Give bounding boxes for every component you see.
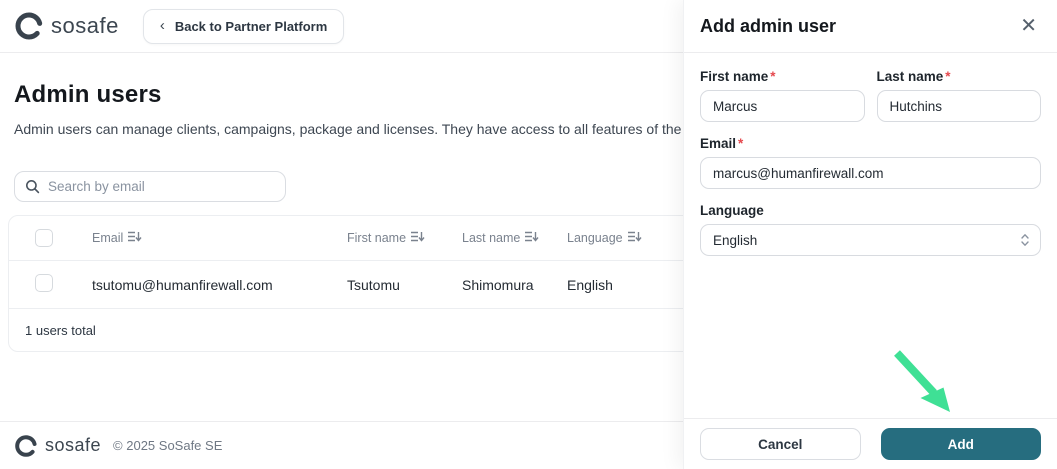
sort-icon[interactable] [525,231,539,245]
logo-wordmark: sosafe [51,13,119,38]
first-name-field[interactable] [700,90,865,122]
required-marker: * [770,69,776,84]
search-box[interactable] [14,171,286,202]
sosafe-logo: sosafe [14,11,119,41]
cell-first-name: Tsutomu [347,276,400,293]
cell-last-name: Shimomura [462,276,534,293]
column-header-last-name[interactable]: Last name [462,231,567,245]
footer-logo-wordmark: sosafe [45,435,102,455]
cell-email: tsutomu@humanfirewall.com [92,276,273,293]
back-to-partner-platform-button[interactable]: ‹ Back to Partner Platform [142,8,345,44]
last-name-field-group: Last name * [876,69,1041,122]
drawer-title: Add admin user [700,15,837,36]
email-label: Email * [700,136,744,151]
sort-icon[interactable] [411,231,425,245]
back-button-label: Back to Partner Platform [174,18,328,34]
footer-logo: sosafe [14,434,101,458]
close-icon[interactable]: ✕ [1016,12,1041,40]
drawer-footer: Cancel Add [684,418,1057,469]
first-name-field-group: First name * [700,69,865,122]
sort-icon[interactable] [627,231,642,245]
sosafe-logo-icon [14,11,44,41]
select-all-checkbox[interactable] [35,229,53,247]
required-marker: * [945,69,951,84]
first-name-label: First name * [700,69,776,84]
column-header-email[interactable]: Email [92,231,347,245]
email-field-group: Email * [700,136,1041,189]
search-icon [25,179,40,194]
add-admin-user-drawer: Add admin user ✕ First name* Last name* … [683,0,1057,469]
drawer-body: First name* Last name* Email* Language E… [684,53,1057,418]
column-header-first-name[interactable]: First name [347,231,462,245]
required-marker: * [738,136,744,151]
search-input[interactable] [48,179,275,194]
chevron-up-down-icon [1020,233,1030,247]
chevron-left-icon: ‹ [159,17,165,34]
language-field-group: Language English [700,203,1041,256]
sosafe-logo-icon [14,434,38,458]
email-field[interactable] [700,157,1041,189]
users-total-summary: 1 users total [25,322,96,338]
row-checkbox[interactable] [35,274,53,292]
sort-icon[interactable] [128,231,142,245]
copyright-text: © 2025 SoSafe SE [113,438,223,453]
add-button[interactable]: Add [880,428,1041,460]
cancel-button[interactable]: Cancel [700,428,861,460]
last-name-field[interactable] [876,90,1041,122]
language-select[interactable]: English [700,224,1041,256]
last-name-label: Last name * [876,69,951,84]
language-selected-value: English [713,232,758,248]
drawer-header: Add admin user ✕ [684,0,1057,53]
language-label: Language [700,203,764,218]
